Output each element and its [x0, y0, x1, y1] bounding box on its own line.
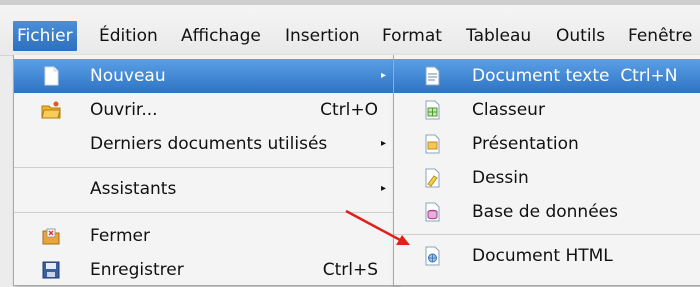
menu-item-enregistrer[interactable]: Enregistrer Ctrl+S — [14, 253, 396, 287]
menu-separator — [14, 212, 396, 213]
submenu-item-document-texte[interactable]: Document texte Ctrl+N — [394, 59, 700, 93]
save-icon — [42, 261, 60, 279]
menu-outils[interactable]: Outils — [556, 21, 605, 51]
menu-fichier[interactable]: Fichier — [13, 21, 77, 51]
open-folder-icon — [41, 101, 61, 119]
submenu-arrow-icon: ▸ — [380, 138, 386, 149]
menu-fenetre[interactable]: Fenêtre — [628, 21, 692, 51]
menu-item-label: Ouvrir... — [90, 100, 158, 120]
menu-item-label: Assistants — [90, 179, 177, 199]
html-document-icon — [425, 246, 440, 266]
menu-format[interactable]: Format — [382, 21, 442, 51]
text-document-icon — [425, 66, 440, 86]
shortcut-label: Ctrl+O — [320, 100, 378, 120]
submenu-arrow-icon: ▸ — [380, 70, 386, 81]
submenu-item-document-html[interactable]: Document HTML — [394, 239, 700, 273]
menu-item-nouveau[interactable]: Nouveau ▸ — [14, 59, 396, 93]
menu-item-label: Derniers documents utilisés — [90, 134, 328, 154]
menu-separator — [394, 234, 700, 235]
submenu-item-label: Base de données — [472, 202, 618, 222]
submenu-item-label: Présentation — [472, 134, 579, 154]
submenu-item-label: Document texte Ctrl+N — [472, 66, 678, 86]
drawing-icon — [425, 168, 440, 188]
presentation-icon — [425, 134, 440, 154]
submenu-item-classeur[interactable]: Classeur — [394, 93, 700, 127]
menu-item-derniers-documents[interactable]: Derniers documents utilisés ▸ — [14, 127, 396, 161]
menu-edition[interactable]: Édition — [99, 21, 158, 51]
shortcut-label: Ctrl+S — [322, 260, 378, 280]
menu-affichage[interactable]: Affichage — [181, 21, 261, 51]
close-document-icon — [42, 228, 60, 245]
shortcut-label: Ctrl+N — [620, 66, 678, 86]
submenu-item-label: Classeur — [472, 100, 545, 120]
new-document-icon — [44, 66, 59, 86]
submenu-arrow-icon: ▸ — [380, 183, 386, 194]
menu-item-label: Fermer — [90, 226, 151, 246]
menu-item-fermer[interactable]: Fermer — [14, 219, 396, 253]
menu-tableau[interactable]: Tableau — [466, 21, 531, 51]
new-submenu: Document texte Ctrl+N Classeur Présentat… — [393, 55, 700, 286]
submenu-item-dessin[interactable]: Dessin — [394, 161, 700, 195]
submenu-item-presentation[interactable]: Présentation — [394, 127, 700, 161]
menu-bar: Fichier Édition Affichage Insertion Form… — [0, 0, 700, 56]
menu-item-label: Nouveau — [90, 66, 166, 86]
menu-item-ouvrir[interactable]: Ouvrir... Ctrl+O — [14, 93, 396, 127]
submenu-item-base-de-donnees[interactable]: Base de données — [394, 195, 700, 229]
window-top-edge — [0, 0, 700, 5]
submenu-item-label: Document HTML — [472, 246, 613, 266]
menu-separator — [14, 167, 396, 168]
menu-insertion[interactable]: Insertion — [285, 21, 360, 51]
database-icon — [425, 202, 440, 222]
submenu-item-label: Dessin — [472, 168, 529, 188]
annotation-arrow-icon — [345, 209, 410, 245]
menu-item-label: Enregistrer — [90, 260, 184, 280]
spreadsheet-icon — [425, 100, 440, 120]
menu-item-assistants[interactable]: Assistants ▸ — [14, 172, 396, 206]
